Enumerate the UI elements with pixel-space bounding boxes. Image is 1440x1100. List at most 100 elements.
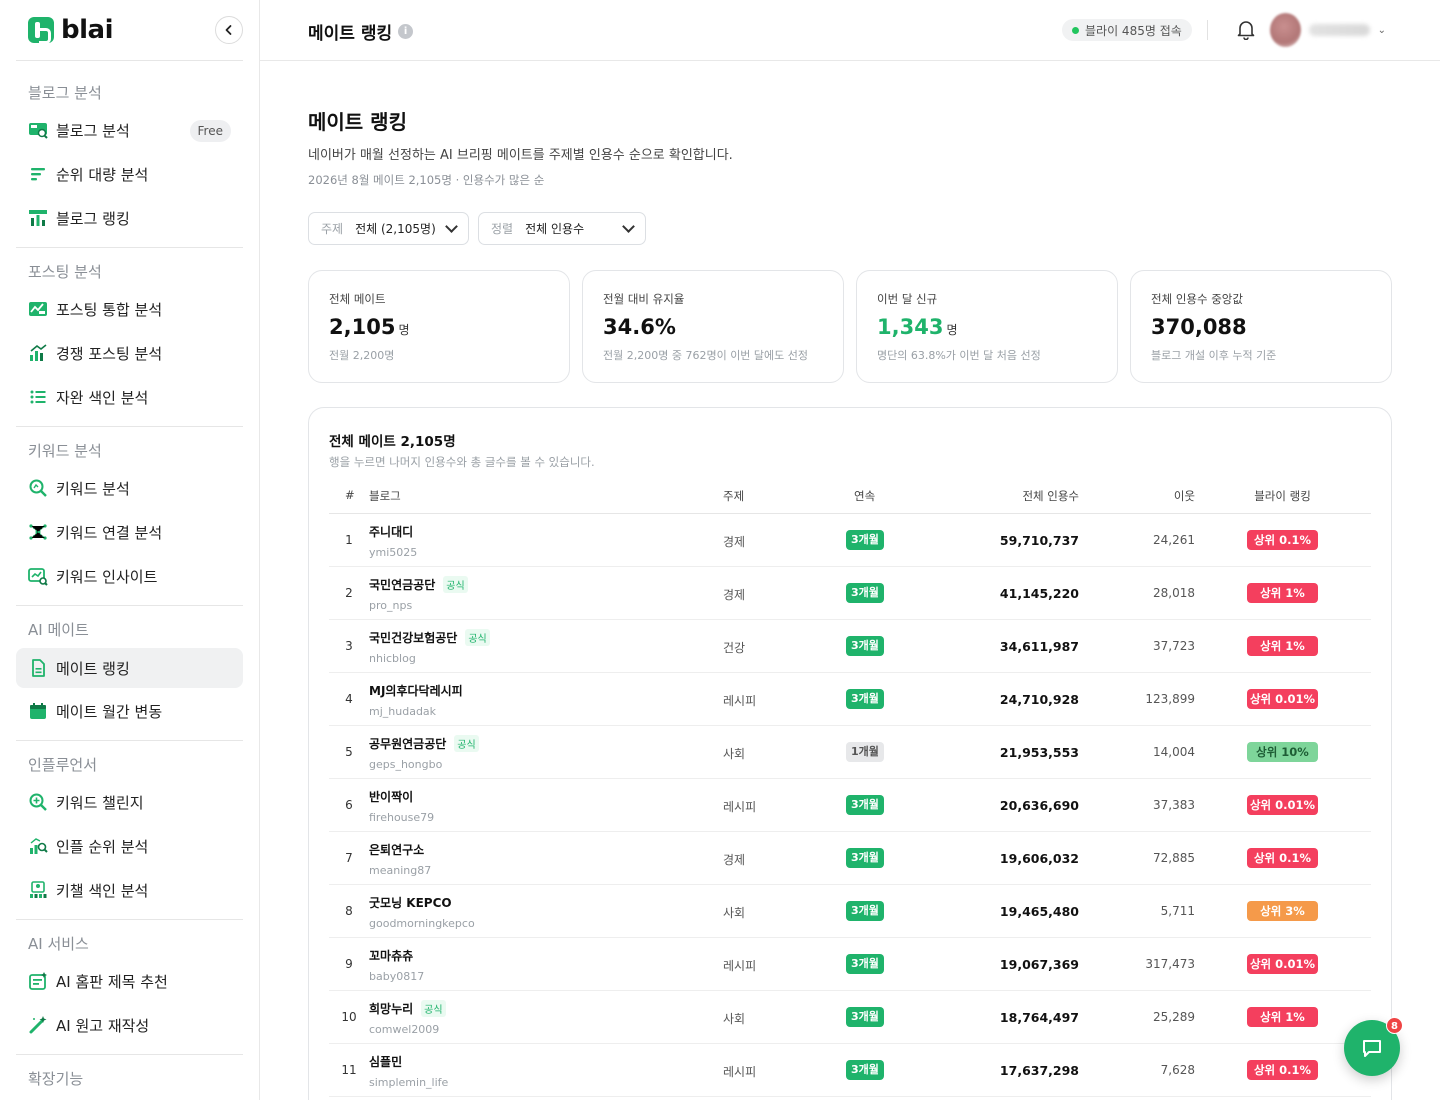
keyword-challenge-icon [28,792,48,812]
neighbors-cell: 317,473 [1145,957,1195,971]
sidebar-item-influencer-rank[interactable]: 인플 순위 분석 [16,826,243,866]
stat-label: 전월 대비 유지율 [603,292,685,306]
table-header: # 블로그 주제 연속 전체 인용수 이웃 블라이 랭킹 [329,486,1371,514]
sidebar-item-keyword-insight[interactable]: 키워드 인사이트 [16,556,243,596]
column-header-rank[interactable]: # [345,488,355,502]
page-title-bar: 메이트 랭킹 i [308,19,414,44]
topic-cell: 건강 [723,641,746,655]
streak-badge: 3개월 [846,954,884,974]
table-row[interactable]: 3 국민건강보험공단 공식 nhicblog 건강 3개월 34,611,987 37,723… [329,620,1371,673]
info-icon[interactable]: i [398,24,414,39]
sidebar-item-challenge-index[interactable]: 키챌 색인 분석 [16,870,243,910]
blai-rank-badge: 상위 1% [1247,583,1318,603]
sidebar-item-mate-ranking[interactable]: 메이트 랭킹 [16,648,243,688]
sidebar-item-posting-analysis[interactable]: 포스팅 통합 분석 [16,289,243,329]
sidebar-item-title-recommend[interactable]: AI 홈판 제목 추천 [16,961,243,1001]
column-header-topic[interactable]: 주제 [723,488,744,504]
blog-name: MJ의후다닥레시피 [369,684,463,698]
column-header-neighbors[interactable]: 이웃 [1109,488,1195,504]
sort-filter-select[interactable]: 정렬 전체 인용수 [478,212,646,245]
sidebar-item-mate-monthly[interactable]: 메이트 월간 변동 [16,691,243,731]
table-row[interactable]: 11 심플민 simplemin_life 레시피 3개월 17,637,298 7,628… [329,1044,1371,1097]
table-row[interactable]: 4 MJ의후다닥레시피 mj_hudadak 레시피 3개월 24,710,928 123,… [329,673,1371,726]
free-badge: Free [189,120,231,142]
topic-filter-select[interactable]: 주제 전체 (2,105명) [308,212,469,245]
stat-card-median: 전체 인용수 중앙값 370,088 블로그 개설 이후 누적 기준 [1130,270,1392,383]
blog-cell: 꼬마츄츄 baby0817 [369,947,424,983]
column-header-streak[interactable]: 연속 [854,488,875,504]
section-title-ai-mate: AI 메이트 [28,621,89,639]
sidebar: blai 블로그 분석 블로그 분석 Free 순위 대량 분석 블로그 랭킹 … [0,0,260,1100]
neighbors-cell: 72,885 [1153,851,1195,865]
stat-value-wrap: 34.6% [603,315,823,339]
column-header-blog[interactable]: 블로그 [369,488,401,504]
sidebar-item-keyword-network[interactable]: 키워드 연결 분석 [16,512,243,552]
blai-rank-badge: 상위 1% [1247,1007,1318,1027]
stat-unit: 명 [946,323,958,337]
blai-rank-badge: 상위 0.1% [1247,848,1318,868]
stat-value: 34.6% [603,315,676,339]
stat-card-total: 전체 메이트 2,105 명 전월 2,200명 [308,270,570,383]
citations-cell: 20,636,690 [999,798,1079,813]
chevron-left-icon [225,25,232,35]
column-header-citations[interactable]: 전체 인용수 [969,488,1079,504]
stat-unit: 명 [398,323,410,337]
user-menu[interactable]: ⌄ [1270,13,1386,47]
keyword-search-icon [28,478,48,498]
page-description: 네이버가 매월 선정하는 AI 브리핑 메이트를 주제별 인용수 순으로 확인합… [308,148,733,163]
stat-card-retention: 전월 대비 유지율 34.6% 전월 2,200명 중 762명이 이번 달에도… [582,270,844,383]
blog-cell: 은퇴연구소 meaning87 [369,841,431,877]
table-row[interactable]: 1 주니대디 ymi5025 경제 3개월 59,710,737 24,261 상위 0.1% [329,514,1371,567]
sidebar-item-blog-ranking[interactable]: 블로그 랭킹 [16,198,243,238]
stat-value: 2,105 [329,315,396,339]
sidebar-item-label: 인플 순위 분석 [56,837,149,856]
sidebar-item-index-analysis[interactable]: 자완 색인 분석 [16,377,243,417]
citations-cell: 19,067,369 [999,957,1079,972]
stat-value: 1,343 [877,315,944,339]
table-row[interactable]: 6 반이짝이 firehouse79 레시피 3개월 20,636,690 37,383 상위… [329,779,1371,832]
table-row[interactable]: 9 꼬마츄츄 baby0817 레시피 3개월 19,067,369 317,473 상위 0… [329,938,1371,991]
neighbors-cell: 14,004 [1153,745,1195,759]
topic-cell: 레시피 [723,800,757,814]
citations-cell: 24,710,928 [999,692,1079,707]
challenge-index-icon [28,880,48,900]
topic-cell: 사회 [723,906,746,920]
sidebar-item-label: AI 원고 재작성 [56,1016,150,1035]
column-header-blai-rank[interactable]: 블라이 랭킹 [1247,488,1318,504]
sidebar-item-label: 경쟁 포스팅 분석 [56,344,163,363]
sidebar-item-keyword-challenge[interactable]: 키워드 챌린지 [16,782,243,822]
blog-name-wrap: 심플민 [369,1053,448,1070]
blog-name: 심플민 [369,1055,403,1069]
sidebar-item-bulk-rank[interactable]: 순위 대량 분석 [16,154,243,194]
table-row[interactable]: 10 희망누리 공식 comwel2009 사회 3개월 18,764,497 25,289 상… [329,991,1371,1044]
topic-cell: 사회 [723,1012,746,1026]
streak-badge: 3개월 [846,530,884,550]
brand-logo-link[interactable]: blai [28,16,113,44]
sidebar-item-blog-analysis[interactable]: 블로그 분석 Free [16,110,243,150]
row-rank: 1 [345,533,353,547]
table-row[interactable]: 2 국민연금공단 공식 pro_nps 경제 3개월 41,145,220 28,018 상위 … [329,567,1371,620]
mate-table-card: 전체 메이트 2,105명 행을 누르면 나머지 인용수와 총 글수를 볼 수 … [308,407,1392,1100]
streak-badge: 3개월 [846,1060,884,1080]
notification-bell-icon[interactable] [1235,18,1257,41]
sidebar-item-keyword-analysis[interactable]: 키워드 분석 [16,468,243,508]
stat-label: 이번 달 신규 [877,292,938,306]
sidebar-item-label: 메이트 월간 변동 [56,702,163,721]
blog-cell: 반이짝이 firehouse79 [369,788,434,824]
neighbors-cell: 123,899 [1145,692,1195,706]
stat-value-wrap: 370,088 [1151,315,1371,339]
sidebar-item-competitor-posting[interactable]: 경쟁 포스팅 분석 [16,333,243,373]
sidebar-item-label: 키챌 색인 분석 [56,881,149,900]
topic-cell: 레시피 [723,959,757,973]
keyword-network-icon [28,522,48,542]
sidebar-item-rewrite[interactable]: AI 원고 재작성 [16,1005,243,1045]
online-dot-icon [1072,26,1079,34]
table-row[interactable]: 7 은퇴연구소 meaning87 경제 3개월 19,606,032 72,885 상위 0… [329,832,1371,885]
table-row[interactable]: 8 굿모닝 KEPCO goodmorningkepco 사회 3개월 19,465,48… [329,885,1371,938]
divider [16,426,243,427]
table-row[interactable]: 5 공무원연금공단 공식 geps_hongbo 사회 1개월 21,953,553 14,0… [329,726,1371,779]
sidebar-item-label: 메이트 랭킹 [56,659,130,678]
blog-name-wrap: 국민건강보험공단 공식 [369,629,490,646]
blog-name-wrap: 굿모닝 KEPCO [369,894,475,911]
collapse-sidebar-button[interactable] [215,16,243,44]
